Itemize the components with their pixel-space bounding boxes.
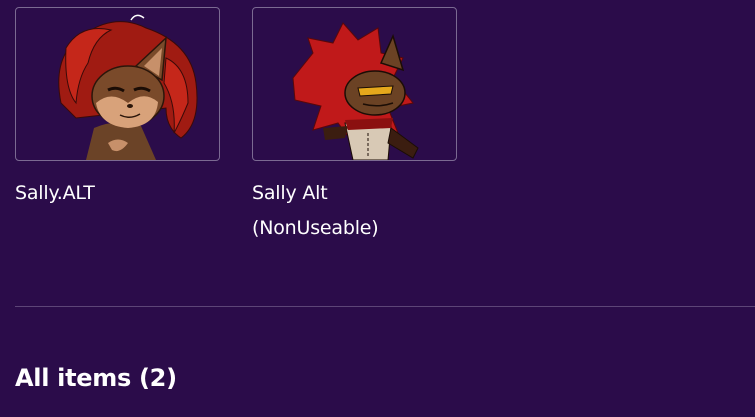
item-thumbnail[interactable] [15, 7, 220, 161]
item-title[interactable]: Sally Alt (NonUseable) [252, 176, 457, 246]
section-heading: All items (2) [15, 364, 177, 392]
item-card-sally-alt[interactable]: Sally.ALT [15, 7, 220, 211]
section-divider [15, 306, 755, 307]
item-title[interactable]: Sally.ALT [15, 176, 220, 211]
character-art-image [292, 22, 419, 160]
item-card-sally-alt-nonuseable[interactable]: Sally Alt (NonUseable) [252, 7, 457, 246]
item-thumbnail[interactable] [252, 7, 457, 161]
character-art-image [58, 14, 198, 160]
